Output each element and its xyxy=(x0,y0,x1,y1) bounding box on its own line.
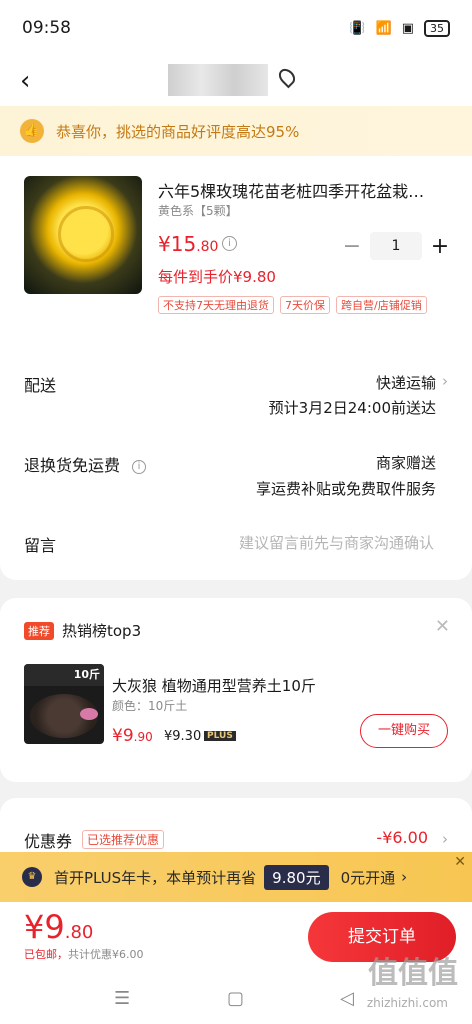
decrease-button[interactable]: − xyxy=(340,234,364,259)
plus-logo-icon: ♛ xyxy=(22,867,42,887)
thumbs-up-icon: 👍 xyxy=(20,119,44,143)
plus-save-amount: 9.80元 xyxy=(264,864,329,890)
info-icon[interactable]: i xyxy=(132,460,147,474)
status-bar: 09:58 📳 📶 ▣ 35 xyxy=(0,0,472,56)
recommend-spec: 颜色：10斤土 xyxy=(112,699,188,713)
flower-graphic xyxy=(80,708,98,720)
recommend-image[interactable]: 10斤 xyxy=(24,664,104,744)
recommend-title: 热销榜top3 xyxy=(62,622,142,640)
wifi-icon: 📶 xyxy=(375,20,392,36)
one-click-buy-button[interactable]: 一键购买 xyxy=(360,714,448,748)
watermark-text: zhizhizhi.com xyxy=(366,996,448,1010)
returns-label: 退换货免运费 i xyxy=(24,452,147,476)
returns-value: 商家赠送 xyxy=(375,454,436,472)
close-icon[interactable]: ✕ xyxy=(435,616,450,637)
total-summary: 已包邮，共计优惠¥6.00 xyxy=(24,948,144,961)
plus-text: 首开PLUS年卡，本单预计再省 xyxy=(54,868,257,887)
watermark-logo: 值值值 xyxy=(368,956,458,991)
plus-promo-bar[interactable]: ♛ 首开PLUS年卡，本单预计再省 9.80元 0元开通 › ✕ xyxy=(0,852,472,902)
tag-no-return: 不支持7天无理由退货 xyxy=(158,296,274,314)
unit-price: 每件到手价¥9.80 xyxy=(158,268,276,286)
recommend-price: ¥9.90 xyxy=(112,726,153,746)
coupon-tag: 已选推荐优惠 xyxy=(82,830,165,849)
coupon-label: 优惠券 xyxy=(24,832,73,851)
sim-icon: ▣ xyxy=(401,20,414,36)
chevron-right-icon[interactable]: › xyxy=(442,372,448,390)
plus-open-button[interactable]: 0元开通 xyxy=(341,867,396,888)
delivery-method[interactable]: 快递运输 xyxy=(376,372,436,393)
tag-promo: 跨自营/店铺促销 xyxy=(336,296,427,314)
delivery-label: 配送 xyxy=(24,376,57,395)
recommend-plus-price: ¥9.30 xyxy=(164,729,202,744)
product-tags: 不支持7天无理由退货 7天价保 跨自营/店铺促销 xyxy=(158,296,458,314)
nav-bar: ‹ xyxy=(0,56,472,106)
status-icons: 📳 📶 ▣ 35 xyxy=(349,19,450,37)
home-icon[interactable]: ▢ xyxy=(227,988,244,1009)
close-icon[interactable]: ✕ xyxy=(454,854,466,870)
recommend-card: 推荐 热销榜top3 ✕ 10斤 大灰狼 植物通用型营养土10斤 颜色：10斤土… xyxy=(0,598,472,782)
vibrate-icon: 📳 xyxy=(349,20,366,36)
menu-icon[interactable]: ☰ xyxy=(114,988,130,1009)
image-header-text: 10斤 xyxy=(24,664,104,686)
chevron-right-icon[interactable]: › xyxy=(401,868,407,886)
location-icon[interactable] xyxy=(275,65,299,89)
price-info-icon[interactable]: i xyxy=(222,236,237,251)
recommend-badge: 推荐 xyxy=(24,622,54,640)
quantity-stepper: − 1 + xyxy=(340,232,452,260)
coupon-value: -¥6.00 xyxy=(376,828,428,847)
product-spec[interactable]: 黄色系【5颗】 xyxy=(158,202,238,219)
increase-button[interactable]: + xyxy=(428,234,452,259)
product-image[interactable] xyxy=(24,176,142,294)
plus-badge: PLUS xyxy=(204,731,236,741)
tag-price-protect: 7天价保 xyxy=(280,296,330,314)
back-nav-icon[interactable]: ◁ xyxy=(340,988,354,1009)
back-icon[interactable]: ‹ xyxy=(20,66,50,96)
message-label: 留言 xyxy=(24,536,57,555)
quantity-input[interactable]: 1 xyxy=(370,232,422,260)
message-input[interactable]: 建议留言前先与商家沟通确认 xyxy=(239,532,434,553)
blurred-address xyxy=(168,64,268,96)
battery-icon: 35 xyxy=(424,19,450,37)
banner-text: 恭喜你，挑选的商品好评度高达95% xyxy=(56,122,300,141)
product-price: ¥15.80 xyxy=(158,232,219,256)
total-price: ¥9.80 xyxy=(24,908,94,946)
delivery-eta: 预计3月2日24:00前送达 xyxy=(268,399,436,417)
status-time: 09:58 xyxy=(22,18,71,38)
praise-banner: 👍 恭喜你，挑选的商品好评度高达95% xyxy=(0,106,472,156)
returns-detail: 享运费补贴或免费取件服务 xyxy=(255,480,436,498)
order-card: 六年5棵玫瑰花苗老桩四季开花盆栽… 黄色系【5颗】 ¥15.80 i − 1 +… xyxy=(0,156,472,580)
recommend-name[interactable]: 大灰狼 植物通用型营养土10斤 xyxy=(112,675,316,696)
product-title[interactable]: 六年5棵玫瑰花苗老桩四季开花盆栽… xyxy=(158,178,448,202)
chevron-right-icon[interactable]: › xyxy=(442,830,448,848)
